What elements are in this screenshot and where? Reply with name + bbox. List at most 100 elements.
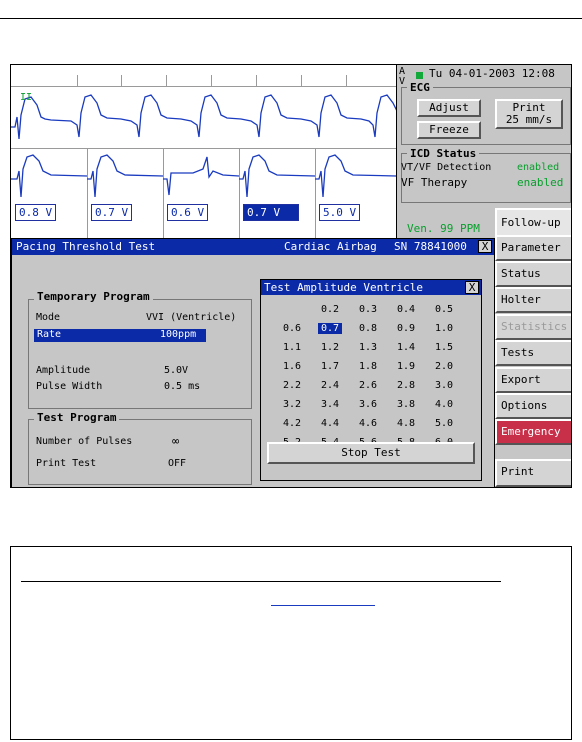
amplitude-cell[interactable]: 2.0 <box>425 357 463 376</box>
rate-row-selected[interactable]: Rate 100ppm <box>34 329 206 342</box>
amplitude-cell[interactable]: 0.3 <box>349 300 387 319</box>
amplitude-cell[interactable]: 0.2 <box>311 300 349 319</box>
tick-mark <box>301 75 302 87</box>
print-test-value[interactable]: OFF <box>168 458 186 469</box>
amplitude-value: 1.6 <box>282 361 302 372</box>
voltage-label[interactable]: 5.0 V <box>319 204 361 221</box>
amplitude-cell[interactable]: 0.4 <box>387 300 425 319</box>
amplitude-cell[interactable]: 2.2 <box>273 376 311 395</box>
sidebar-holter[interactable]: Holter <box>495 287 571 313</box>
ecg-segment <box>163 149 240 238</box>
dialog-close-button[interactable]: X <box>478 240 492 253</box>
sidebar-follow-up[interactable]: Follow-up <box>495 208 571 238</box>
icd-status-title: ICD Status <box>407 147 480 160</box>
amplitude-cell[interactable]: 1.1 <box>273 338 311 357</box>
amplitude-cell[interactable]: 5.0 <box>425 414 463 433</box>
freeze-button[interactable]: Freeze <box>417 121 481 139</box>
sidebar-emergency[interactable]: Emergency <box>495 419 571 445</box>
amplitude-value: 2.4 <box>320 380 340 391</box>
amplitude-value[interactable]: 5.0V <box>164 365 188 376</box>
amplitude-cell[interactable]: 4.0 <box>425 395 463 414</box>
pulse-width-value[interactable]: 0.5 ms <box>164 381 200 392</box>
datetime: Tu 04-01-2003 12:08 <box>429 67 555 80</box>
adjust-button[interactable]: Adjust <box>417 99 481 117</box>
voltage-label[interactable]: 0.6 V <box>167 204 209 221</box>
amplitude-value: 3.0 <box>434 380 454 391</box>
amplitude-panel-close-button[interactable]: X <box>465 281 479 294</box>
amplitude-cell[interactable]: 2.6 <box>349 376 387 395</box>
amplitude-cell[interactable]: 0.7 <box>311 319 349 338</box>
amplitude-cell[interactable]: 4.2 <box>273 414 311 433</box>
amplitude-value: 2.8 <box>396 380 416 391</box>
amplitude-cell[interactable]: 3.8 <box>387 395 425 414</box>
sidebar-print[interactable]: Print <box>495 459 571 487</box>
amplitude-row: 0.6 0.7 0.8 0.9 1.0 <box>273 319 463 338</box>
voltage-label[interactable]: 0.8 V <box>15 204 57 221</box>
amplitude-cell[interactable]: 1.4 <box>387 338 425 357</box>
amplitude-row: 1.1 1.2 1.3 1.4 1.5 <box>273 338 463 357</box>
amplitude-cell[interactable]: 4.8 <box>387 414 425 433</box>
amplitude-cell[interactable]: 3.2 <box>273 395 311 414</box>
amplitude-cell[interactable]: 3.4 <box>311 395 349 414</box>
amplitude-cell[interactable]: 0.6 <box>273 319 311 338</box>
voltage-label-selected[interactable]: 0.7 V <box>243 204 299 221</box>
sidebar-options[interactable]: Options <box>495 393 571 419</box>
amplitude-value: 1.7 <box>320 361 340 372</box>
vt-vf-detection-label: VT/VF Detection <box>401 162 492 173</box>
amplitude-panel: Test Amplitude Ventricle X 0.2 0.3 0.4 0.5 0… <box>260 279 482 481</box>
amplitude-cell[interactable]: 4.4 <box>311 414 349 433</box>
amplitude-cell[interactable]: 4.6 <box>349 414 387 433</box>
vt-vf-detection-value: enabled <box>517 162 560 173</box>
amplitude-cell[interactable]: 1.2 <box>311 338 349 357</box>
amplitude-cell[interactable]: 1.9 <box>387 357 425 376</box>
mode-label: Mode <box>36 312 61 323</box>
sidebar-export[interactable]: Export <box>495 367 571 393</box>
amplitude-cell[interactable]: 1.5 <box>425 338 463 357</box>
amplitude-cell[interactable]: 0.9 <box>387 319 425 338</box>
stop-test-button[interactable]: Stop Test <box>267 442 475 464</box>
pacing-threshold-dialog: Pacing Threshold Test Cardiac Airbag SN … <box>11 238 495 487</box>
rule-line <box>21 581 501 582</box>
amplitude-cell[interactable]: 0.5 <box>425 300 463 319</box>
amplitude-value: 4.2 <box>282 418 302 429</box>
amplitude-value: 2.2 <box>282 380 302 391</box>
amplitude-cell[interactable]: 2.4 <box>311 376 349 395</box>
amplitude-cell[interactable]: 0.8 <box>349 319 387 338</box>
amplitude-cell[interactable]: 1.0 <box>425 319 463 338</box>
voltage-label[interactable]: 0.7 V <box>91 204 133 221</box>
amplitude-cell[interactable]: 1.6 <box>273 357 311 376</box>
amplitude-cell <box>273 300 311 319</box>
amplitude-value: 0.4 <box>396 304 416 315</box>
amplitude-value: 4.8 <box>396 418 416 429</box>
device-name: Cardiac Airbag <box>284 240 377 253</box>
tick-mark <box>166 75 167 87</box>
mode-value[interactable]: VVI (Ventricle) <box>146 312 236 323</box>
amplitude-cell[interactable]: 1.8 <box>349 357 387 376</box>
rate-label: Rate <box>37 329 62 340</box>
print-test-label: Print Test <box>36 458 97 469</box>
amplitude-value: 4.6 <box>358 418 378 429</box>
sidebar-tests[interactable]: Tests <box>495 340 571 366</box>
amplitude-row: 0.2 0.3 0.4 0.5 <box>273 300 463 319</box>
sidebar-status[interactable]: Status <box>495 261 571 287</box>
sidebar-statistics[interactable]: Statistics <box>495 314 571 340</box>
tick-mark <box>121 75 122 87</box>
amplitude-cell[interactable]: 3.0 <box>425 376 463 395</box>
amplitude-value: 3.4 <box>320 399 340 410</box>
amplitude-value: 1.1 <box>282 342 302 353</box>
amplitude-cell[interactable]: 1.3 <box>349 338 387 357</box>
ecg-segment-waveform <box>239 154 316 198</box>
amplitude-value: 1.3 <box>358 342 378 353</box>
amplitude-cell[interactable]: 1.7 <box>311 357 349 376</box>
amplitude-panel-title: Test Amplitude Ventricle <box>264 281 423 294</box>
amplitude-cell[interactable]: 3.6 <box>349 395 387 414</box>
number-of-pulses-value[interactable]: ∞ <box>172 434 179 448</box>
device-screen: II 0.8 V 0.7 V 0.6 V 0.7 V 5.0 V A V Tu … <box>10 64 572 488</box>
sidebar-parameter[interactable]: Parameter <box>495 235 571 261</box>
ventricle-rate: Ven. 99 PPM <box>407 222 480 235</box>
temporary-program-title: Temporary Program <box>34 290 153 303</box>
amplitude-value: 2.6 <box>358 380 378 391</box>
amplitude-cell[interactable]: 2.8 <box>387 376 425 395</box>
print-ecg-button[interactable]: Print 25 mm/s <box>495 99 563 129</box>
blue-link-line[interactable] <box>271 605 375 606</box>
